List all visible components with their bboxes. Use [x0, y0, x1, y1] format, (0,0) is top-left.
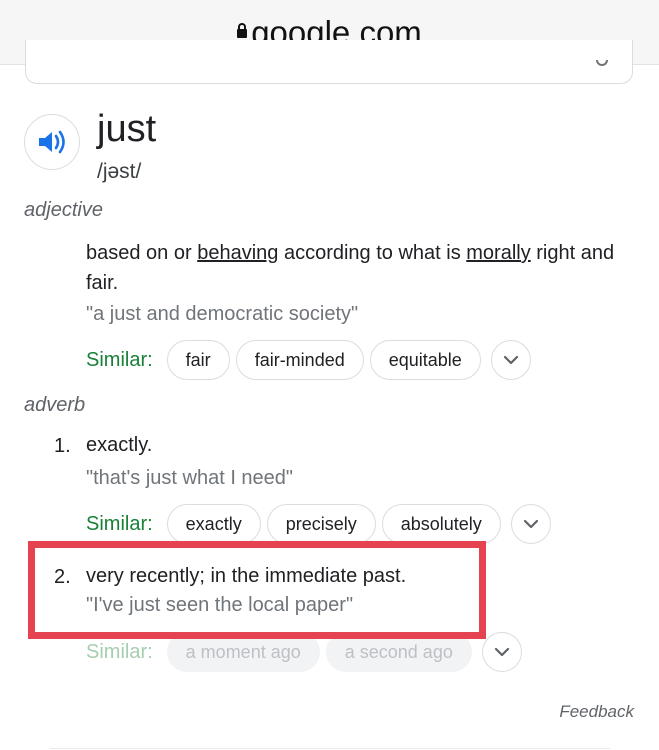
chevron-down-icon [523, 519, 538, 529]
link-behaving[interactable]: behaving [197, 242, 278, 264]
similar-label: Similar: [86, 348, 153, 371]
chevron-down-icon [494, 647, 509, 657]
part-of-speech-adverb: adverb [24, 394, 86, 416]
chevron-down-icon [503, 355, 518, 365]
similar-chip[interactable]: fair [166, 340, 230, 380]
adjective-similar-row: Similar: fair fair-minded equitable [86, 339, 531, 381]
adjective-definition: based on or behaving according to what i… [86, 242, 615, 294]
expand-similar-button[interactable] [490, 340, 531, 380]
similar-chip[interactable]: absolutely [381, 504, 501, 544]
similar-label: Similar: [86, 512, 153, 535]
highlight-box [28, 541, 486, 639]
similar-chip[interactable]: equitable [369, 340, 481, 380]
search-box[interactable] [25, 40, 633, 84]
pronunciation-button[interactable] [24, 114, 80, 170]
similar-chip[interactable]: precisely [266, 504, 376, 544]
link-morally[interactable]: morally [466, 242, 530, 264]
sense1-similar-row: Similar: exactly precisely absolutely [86, 503, 551, 545]
similar-label: Similar: [86, 640, 153, 663]
sense-example: "that's just what I need" [86, 467, 294, 489]
sense-definition: exactly. [86, 434, 153, 456]
lock-icon [237, 23, 248, 38]
expand-similar-button[interactable] [481, 632, 522, 672]
expand-similar-button[interactable] [510, 504, 551, 544]
phonetic: /jəst/ [97, 160, 142, 183]
part-of-speech-adjective: adjective [24, 199, 103, 221]
adjective-example: "a just and democratic society" [86, 303, 359, 325]
headword: just [97, 108, 157, 150]
speaker-icon [39, 130, 65, 154]
sense-number: 1. [54, 435, 71, 457]
similar-chip[interactable]: exactly [166, 504, 261, 544]
divider [50, 748, 610, 749]
similar-chip[interactable]: fair-minded [235, 340, 364, 380]
feedback-link[interactable]: Feedback [559, 702, 634, 722]
search-icon[interactable] [596, 60, 608, 66]
